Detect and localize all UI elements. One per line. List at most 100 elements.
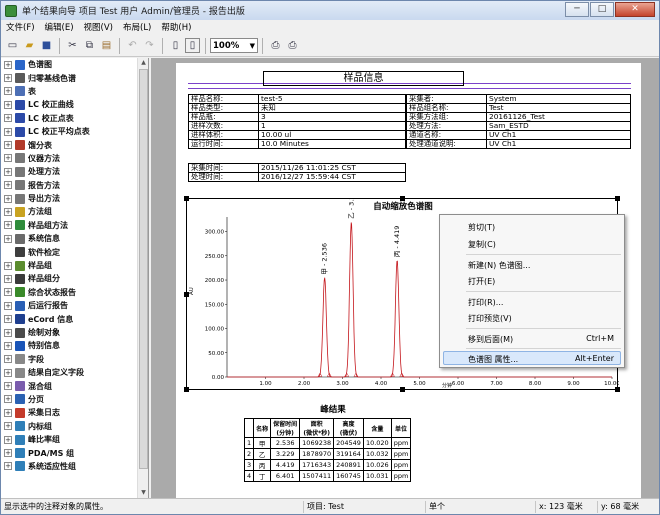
tree-item[interactable]: + 采集日志 (1, 406, 148, 419)
maximize-button[interactable]: □ (590, 2, 614, 17)
menu-layout[interactable]: 布局(L) (118, 21, 156, 33)
expand-icon[interactable]: + (4, 422, 12, 431)
expand-icon[interactable]: + (4, 328, 12, 337)
scroll-down-icon[interactable]: ▼ (138, 488, 148, 498)
expand-icon[interactable]: + (4, 154, 12, 163)
expand-icon[interactable]: + (4, 114, 12, 123)
tree-item[interactable]: 软件检定 (1, 245, 148, 258)
expand-icon[interactable]: + (4, 462, 12, 471)
undo-icon[interactable]: ↶ (125, 38, 140, 53)
expand-icon[interactable]: + (4, 194, 12, 203)
new-icon[interactable]: ▭ (5, 38, 20, 53)
expand-icon[interactable]: + (4, 382, 12, 391)
tree-item[interactable]: + 馏分表 (1, 138, 148, 151)
expand-icon[interactable]: + (4, 435, 12, 444)
tree-item[interactable]: + 方法组 (1, 205, 148, 218)
expand-icon[interactable]: + (4, 100, 12, 109)
paste-icon[interactable]: ▤ (99, 38, 114, 53)
cut-icon[interactable]: ✂ (65, 38, 80, 53)
scroll-thumb[interactable] (139, 69, 148, 469)
tree-item[interactable]: + 仪器方法 (1, 152, 148, 165)
menu-file[interactable]: 文件(F) (1, 21, 40, 33)
expand-icon[interactable]: + (4, 301, 12, 310)
resize-handle[interactable] (615, 196, 620, 201)
tree-item[interactable]: + 样品组 (1, 259, 148, 272)
tree-item[interactable]: + LC 校正曲线 (1, 98, 148, 111)
tree-item[interactable]: + LC 校正平均点表 (1, 125, 148, 138)
expand-icon[interactable]: + (4, 234, 12, 243)
resize-handle[interactable] (184, 387, 189, 392)
expand-icon[interactable]: + (4, 181, 12, 190)
minimize-button[interactable]: ─ (565, 2, 589, 17)
expand-icon[interactable]: + (4, 288, 12, 297)
expand-icon[interactable]: + (4, 167, 12, 176)
tree-item[interactable]: + 系统适应性组 (1, 460, 148, 473)
page-layout-icon[interactable]: ▯ (185, 38, 200, 53)
expand-icon[interactable]: + (4, 261, 12, 270)
tree-item[interactable]: + 报告方法 (1, 179, 148, 192)
tree-item[interactable]: + LC 校正点表 (1, 112, 148, 125)
expand-icon[interactable]: + (4, 221, 12, 230)
redo-icon[interactable]: ↷ (142, 38, 157, 53)
tree-item[interactable]: + 导出方法 (1, 192, 148, 205)
resize-handle[interactable] (400, 196, 405, 201)
scroll-up-icon[interactable]: ▲ (138, 58, 148, 68)
menu-item-send-back[interactable]: 移到后面(M) (468, 334, 513, 345)
resize-handle[interactable] (184, 292, 189, 297)
menu-item-cut[interactable]: 剪切(T) (468, 222, 495, 233)
copy-icon[interactable]: ⧉ (82, 38, 97, 53)
tree-item[interactable]: + 样品组方法 (1, 219, 148, 232)
print-preview-icon[interactable]: ⎙ (268, 38, 283, 53)
menu-item-print-preview[interactable]: 打印预览(V) (468, 313, 512, 324)
tree-item[interactable]: + 内标组 (1, 420, 148, 433)
close-button[interactable]: ✕ (615, 2, 655, 17)
tree-item[interactable]: + 特别信息 (1, 339, 148, 352)
tree-item[interactable]: + 字段 (1, 353, 148, 366)
expand-icon[interactable]: + (4, 127, 12, 136)
zoom-select[interactable]: 100% ▼ (210, 38, 258, 53)
tree-item[interactable]: + PDA/MS 组 (1, 446, 148, 459)
menu-item-new-chromatogram[interactable]: 新建(N) 色谱图... (468, 260, 530, 271)
print-icon[interactable]: ⎙ (285, 38, 300, 53)
expand-icon[interactable]: + (4, 449, 12, 458)
tree-item[interactable]: + 结果自定义字段 (1, 366, 148, 379)
expand-icon[interactable]: + (4, 355, 12, 364)
menu-item-properties[interactable]: 色谱图 属性... (468, 354, 518, 365)
menu-view[interactable]: 视图(V) (79, 21, 118, 33)
expand-icon[interactable]: + (4, 274, 12, 283)
expand-icon[interactable]: + (4, 141, 12, 150)
tree-item[interactable]: + eCord 信息 (1, 312, 148, 325)
expand-icon[interactable]: + (4, 87, 12, 96)
tree-item[interactable]: + 处理方法 (1, 165, 148, 178)
tree-item[interactable]: + 系统信息 (1, 232, 148, 245)
open-folder-icon[interactable]: ▰ (22, 38, 37, 53)
menu-item-open[interactable]: 打开(E) (468, 276, 495, 287)
tree-item[interactable]: + 峰比率组 (1, 433, 148, 446)
menu-item-print[interactable]: 打印(R)... (468, 297, 503, 308)
tree-item[interactable]: + 样品组分 (1, 272, 148, 285)
expand-icon[interactable]: + (4, 207, 12, 216)
menu-item-copy[interactable]: 复制(C) (468, 239, 496, 250)
tree-item[interactable]: + 后运行报告 (1, 299, 148, 312)
menu-edit[interactable]: 编辑(E) (40, 21, 79, 33)
tree-item[interactable]: + 混合组 (1, 379, 148, 392)
expand-icon[interactable]: + (4, 395, 12, 404)
expand-icon[interactable]: + (4, 408, 12, 417)
tree-item[interactable]: + 综合状态报告 (1, 286, 148, 299)
expand-icon[interactable]: + (4, 368, 12, 377)
expand-icon[interactable]: + (4, 74, 12, 83)
tree-scrollbar[interactable]: ▲ ▼ (137, 58, 148, 498)
tree-item[interactable]: + 绘制对象 (1, 326, 148, 339)
resize-handle[interactable] (615, 387, 620, 392)
expand-icon[interactable]: + (4, 315, 12, 324)
expand-icon[interactable]: + (4, 60, 12, 69)
tree-item[interactable]: + 分页 (1, 393, 148, 406)
expand-icon[interactable]: + (4, 341, 12, 350)
page-view-icon[interactable]: ▯ (168, 38, 183, 53)
resize-handle[interactable] (184, 196, 189, 201)
resize-handle[interactable] (400, 387, 405, 392)
menu-help[interactable]: 帮助(H) (156, 21, 196, 33)
tree-item[interactable]: + 色谱图 (1, 58, 148, 71)
tree-item[interactable]: + 归零基线色谱 (1, 71, 148, 84)
tree-item[interactable]: + 表 (1, 85, 148, 98)
